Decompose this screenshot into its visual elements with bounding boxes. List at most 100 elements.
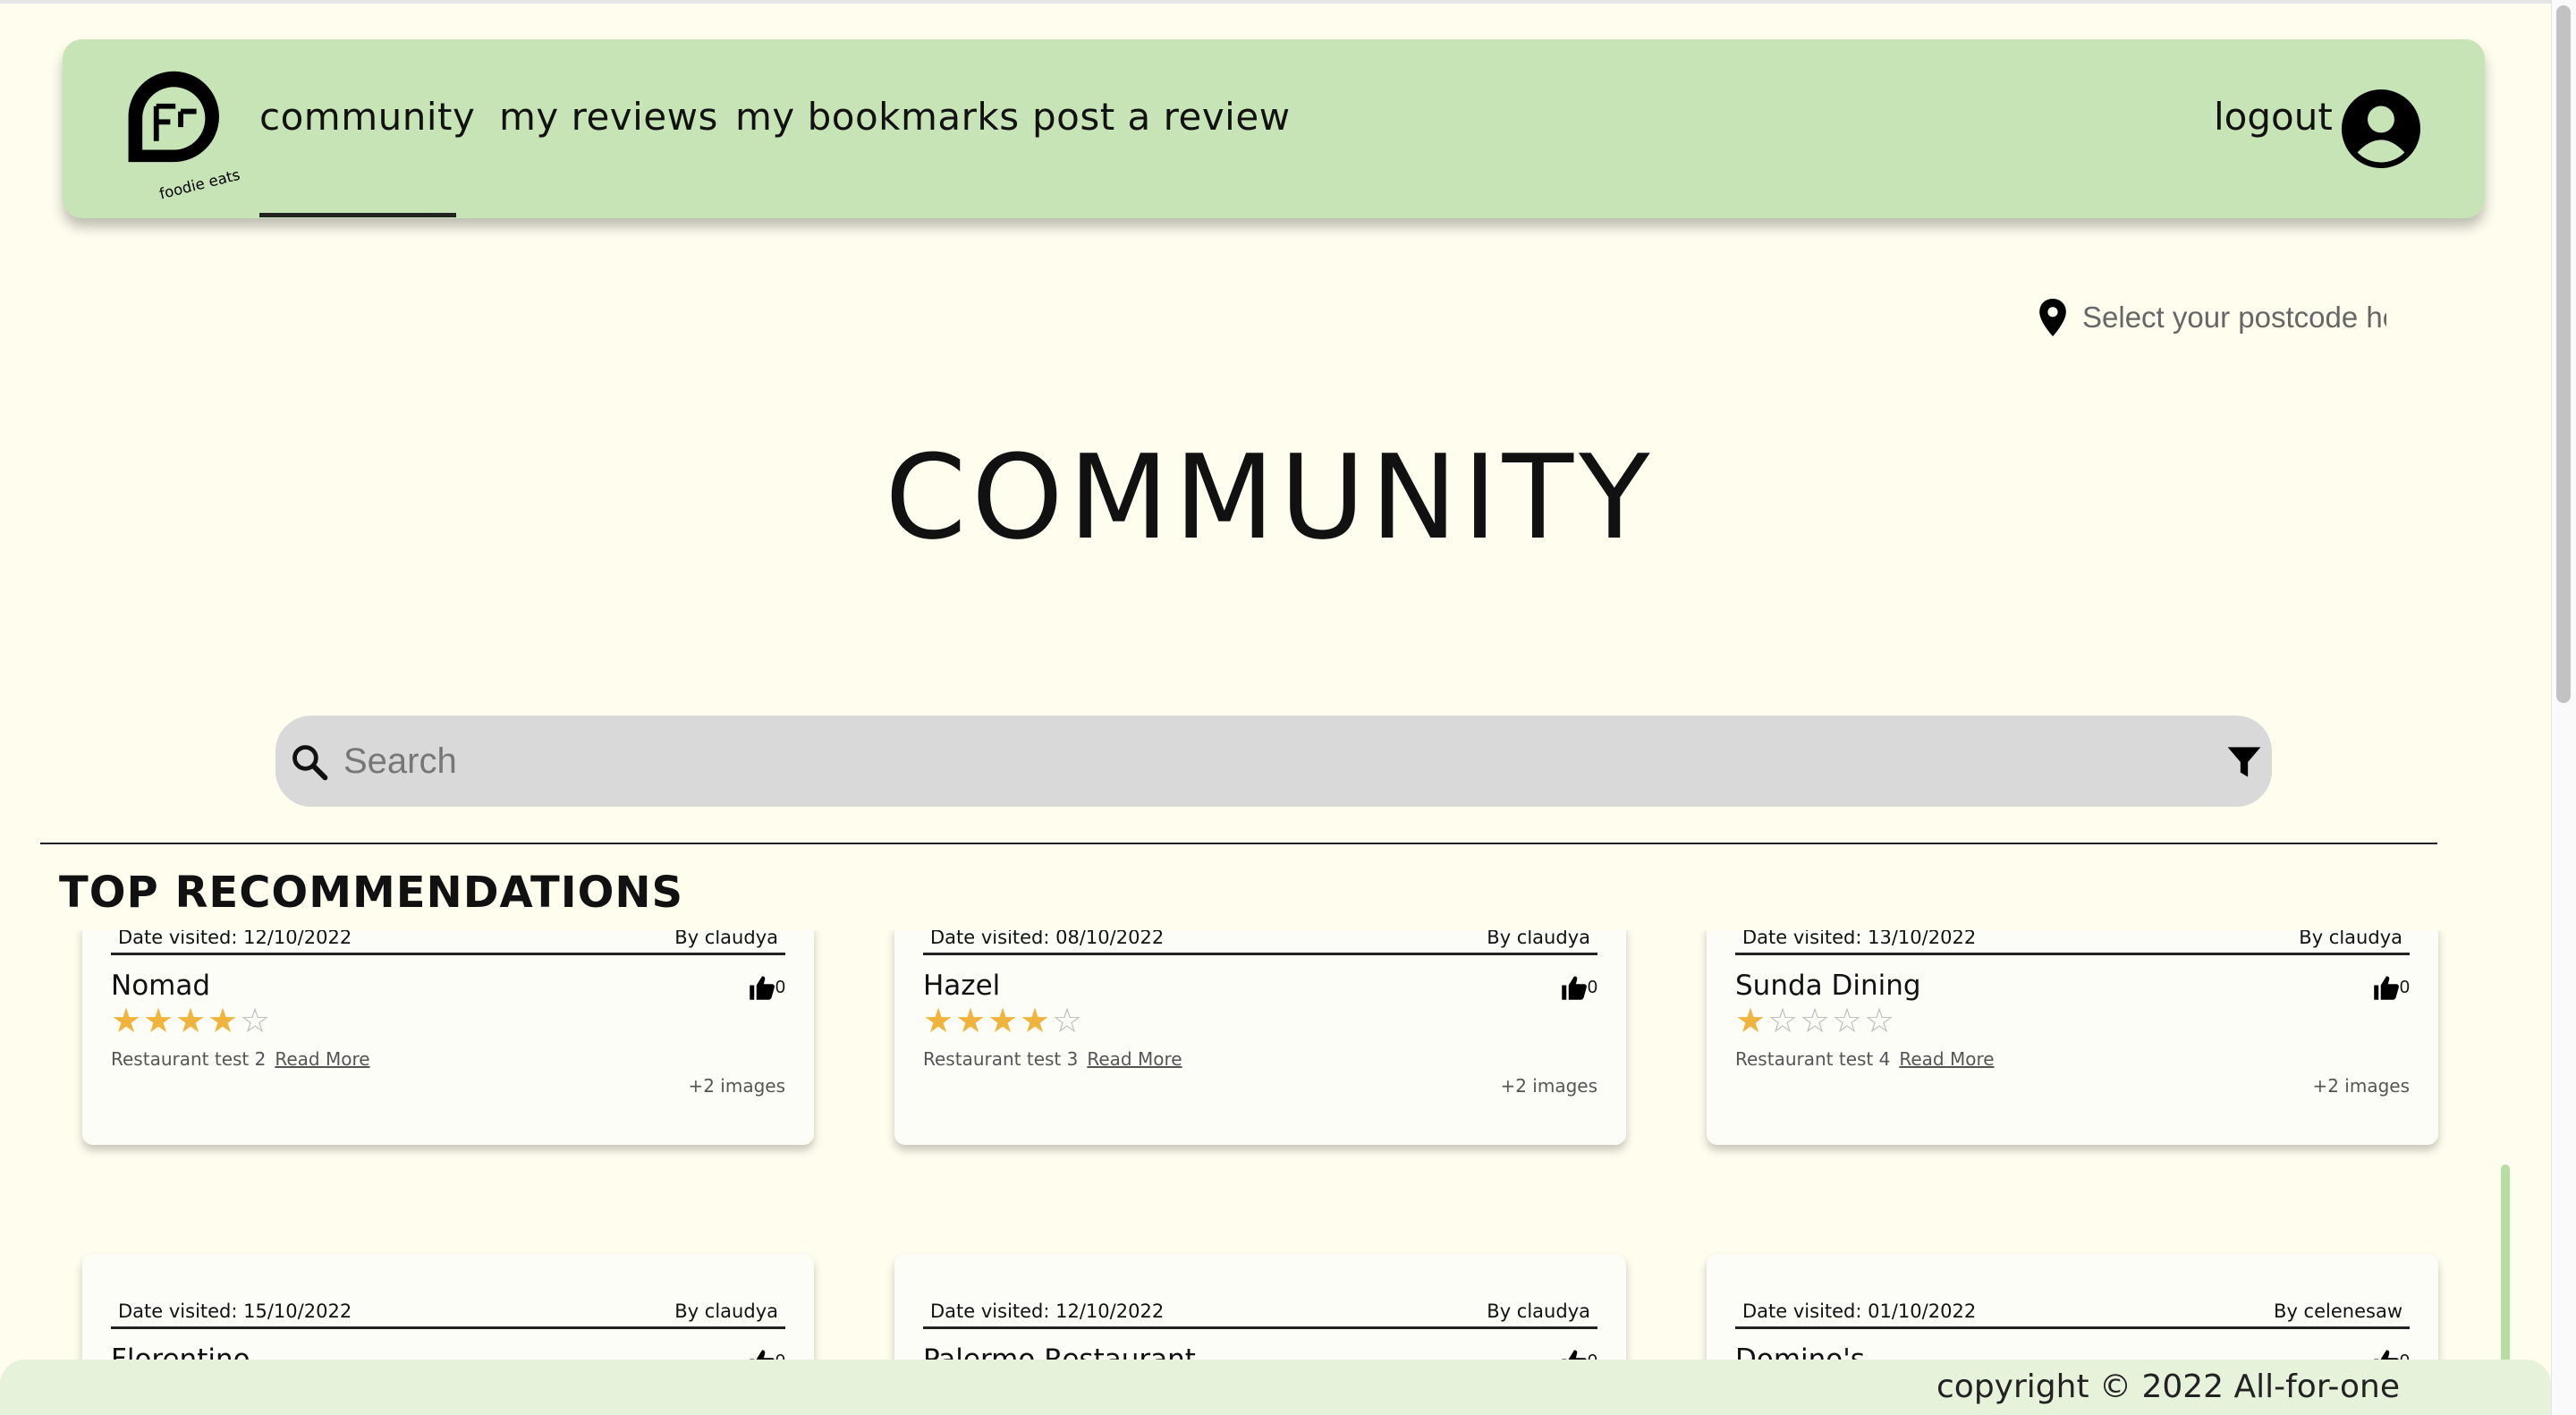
like-button[interactable]: 0	[1561, 975, 1597, 1000]
review-card[interactable]: Date visited: 12/10/2022 By claudya Pale…	[894, 1254, 1626, 1360]
nav-my-reviews[interactable]: my reviews	[499, 95, 718, 139]
like-button[interactable]: 0	[749, 975, 785, 1000]
star-filled-icon: ★	[1735, 1003, 1767, 1040]
card-author: By claudya	[1487, 1300, 1590, 1322]
browser-top-edge	[0, 0, 2576, 4]
card-desc-text: Restaurant test 3	[923, 1048, 1079, 1070]
section-title: TOP RECOMMENDATIONS	[59, 868, 684, 918]
copyright-text: copyright © 2022 All-for-one	[1936, 1368, 2400, 1405]
card-image-count: +2 images	[688, 1075, 785, 1097]
star-empty-icon: ☆	[1800, 1003, 1831, 1040]
recommendations-grid: Date visited: 12/10/2022 By claudya Noma…	[0, 930, 2522, 1360]
read-more-link[interactable]: Read More	[1087, 1048, 1182, 1070]
like-count: 0	[775, 977, 785, 997]
card-header: Date visited: 13/10/2022 By claudya	[1735, 930, 2410, 955]
like-count: 0	[2400, 1351, 2410, 1360]
like-count: 0	[1588, 1351, 1597, 1360]
card-date: Date visited: 01/10/2022	[1742, 1300, 1977, 1322]
navbar: foodie eats community my reviews my book…	[63, 39, 2485, 218]
card-header: Date visited: 12/10/2022 By claudya	[111, 930, 785, 955]
card-desc-text: Restaurant test 2	[111, 1048, 267, 1070]
search-input[interactable]	[343, 735, 2132, 787]
star-empty-icon: ☆	[1832, 1003, 1863, 1040]
nav-active-underline	[259, 213, 456, 217]
location-pin-icon	[2039, 299, 2066, 336]
cards-scrollbar-thumb[interactable]	[2501, 1165, 2510, 1370]
card-author: By claudya	[1487, 930, 1590, 948]
thumbs-up-icon	[1562, 976, 1587, 1000]
thumbs-up-icon	[1562, 1350, 1587, 1360]
star-rating: ★ ★ ★ ★ ☆	[111, 1004, 272, 1039]
star-filled-icon: ★	[923, 1003, 954, 1040]
card-header: Date visited: 15/10/2022 By claudya	[111, 1295, 785, 1329]
star-empty-icon: ☆	[1767, 1003, 1799, 1040]
like-count: 0	[775, 1351, 785, 1360]
thumbs-up-icon	[750, 1350, 775, 1360]
card-author: By celenesaw	[2274, 1300, 2402, 1322]
card-date: Date visited: 12/10/2022	[118, 930, 352, 948]
card-desc-text: Restaurant test 4	[1735, 1048, 1891, 1070]
card-restaurant-name: Domino's	[1735, 1343, 1865, 1360]
card-header: Date visited: 08/10/2022 By claudya	[923, 930, 1597, 955]
review-card[interactable]: Date visited: 01/10/2022 By celenesaw Do…	[1707, 1254, 2438, 1360]
card-image-count: +2 images	[2312, 1075, 2410, 1097]
star-empty-icon: ☆	[1864, 1003, 1895, 1040]
card-date: Date visited: 13/10/2022	[1742, 930, 1977, 948]
card-restaurant-name: Florentino	[111, 1343, 250, 1360]
star-filled-icon: ★	[1020, 1003, 1051, 1040]
thumbs-up-icon	[750, 976, 775, 1000]
card-author: By claudya	[674, 930, 778, 948]
foodie-eats-logo[interactable]: foodie eats	[113, 63, 252, 202]
star-empty-icon: ☆	[1052, 1003, 1083, 1040]
like-button[interactable]: 0	[2373, 975, 2410, 1000]
review-card[interactable]: Date visited: 12/10/2022 By claudya Noma…	[82, 930, 814, 1145]
card-restaurant-name: Hazel	[923, 970, 1001, 1002]
review-card[interactable]: Date visited: 13/10/2022 By claudya Sund…	[1707, 930, 2438, 1145]
card-description: Restaurant test 3 Read More	[923, 1048, 1182, 1070]
user-avatar-icon[interactable]	[2342, 89, 2420, 168]
card-restaurant-name: Palermo Restaurant	[923, 1343, 1196, 1360]
star-filled-icon: ★	[208, 1003, 239, 1040]
card-header: Date visited: 01/10/2022 By celenesaw	[1735, 1295, 2410, 1329]
card-date: Date visited: 15/10/2022	[118, 1300, 352, 1322]
section-divider	[40, 843, 2437, 844]
card-author: By claudya	[2299, 930, 2402, 948]
card-image-count: +2 images	[1500, 1075, 1597, 1097]
star-filled-icon: ★	[143, 1003, 174, 1040]
card-author: By claudya	[674, 1300, 778, 1322]
card-description: Restaurant test 2 Read More	[111, 1048, 370, 1070]
postcode-input[interactable]	[2082, 301, 2386, 335]
read-more-link[interactable]: Read More	[1899, 1048, 1994, 1070]
star-filled-icon: ★	[955, 1003, 987, 1040]
like-button[interactable]: 0	[2373, 1349, 2410, 1360]
star-filled-icon: ★	[175, 1003, 207, 1040]
like-count: 0	[1587, 977, 1597, 997]
search-bar	[275, 716, 2272, 807]
search-icon[interactable]	[290, 742, 329, 782]
nav-community[interactable]: community	[259, 95, 475, 139]
logout-link[interactable]: logout	[2214, 95, 2333, 139]
card-description: Restaurant test 4 Read More	[1735, 1048, 1995, 1070]
card-header: Date visited: 12/10/2022 By claudya	[923, 1295, 1597, 1329]
filter-icon[interactable]	[2225, 744, 2263, 780]
like-count: 0	[2399, 977, 2410, 997]
review-card[interactable]: Date visited: 08/10/2022 By claudya Haze…	[894, 930, 1626, 1145]
star-rating: ★ ★ ★ ★ ☆	[923, 1004, 1084, 1039]
card-date: Date visited: 08/10/2022	[930, 930, 1165, 948]
thumbs-up-icon	[2374, 976, 2399, 1000]
page-scrollbar-thumb[interactable]	[2556, 5, 2571, 703]
thumbs-up-icon	[2374, 1350, 2399, 1360]
card-restaurant-name: Nomad	[111, 970, 211, 1002]
star-filled-icon: ★	[987, 1003, 1019, 1040]
nav-post-a-review[interactable]: post a review	[1032, 95, 1291, 139]
star-rating: ★ ☆ ☆ ☆ ☆	[1735, 1004, 1896, 1039]
card-date: Date visited: 12/10/2022	[930, 1300, 1165, 1322]
star-empty-icon: ☆	[240, 1003, 271, 1040]
postcode-selector[interactable]	[2039, 295, 2386, 340]
like-button[interactable]: 0	[1561, 1349, 1597, 1360]
review-card[interactable]: Date visited: 15/10/2022 By claudya Flor…	[82, 1254, 814, 1360]
nav-my-bookmarks[interactable]: my bookmarks	[735, 95, 1020, 139]
read-more-link[interactable]: Read More	[275, 1048, 369, 1070]
star-filled-icon: ★	[111, 1003, 142, 1040]
like-button[interactable]: 0	[749, 1349, 785, 1360]
